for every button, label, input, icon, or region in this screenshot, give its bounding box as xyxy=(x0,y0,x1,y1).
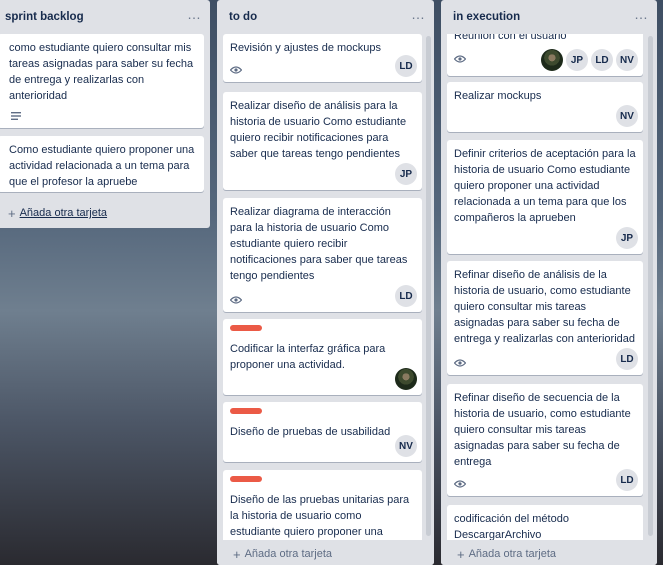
card[interactable]: Codificar la interfaz gráfica para propo… xyxy=(223,319,422,395)
add-card-button[interactable]: + Añada otra tarjeta xyxy=(0,200,210,226)
card-title: Definir criterios de aceptación para la … xyxy=(454,148,636,224)
member-avatar[interactable]: JP xyxy=(616,227,638,249)
member-avatar[interactable]: LD xyxy=(616,348,638,370)
red-label[interactable] xyxy=(230,408,262,414)
member-avatar[interactable]: NV xyxy=(395,435,417,457)
list-title[interactable]: to do xyxy=(229,11,257,23)
card[interactable]: codificación del método DescargarArchivo xyxy=(447,505,643,540)
card-title: Codificar la interfaz gráfica para propo… xyxy=(230,343,386,371)
card[interactable]: Como estudiante quiero proponer una acti… xyxy=(0,136,204,192)
board: sprint backlog … como estudiante quiero … xyxy=(0,0,663,565)
eye-icon xyxy=(230,66,242,74)
card-title: Realizar mockups xyxy=(454,90,542,102)
card-members: JP xyxy=(395,163,417,185)
member-avatar[interactable]: LD xyxy=(616,469,638,491)
plus-icon: + xyxy=(457,546,465,562)
add-card-button[interactable]: + Añada otra tarjeta xyxy=(217,543,434,565)
list-in-execution: in execution … Reunión con el usuario JP… xyxy=(441,0,657,565)
list-to-do: to do … Revisión y ajustes de mockups LD… xyxy=(217,0,434,565)
scrollbar[interactable] xyxy=(648,36,653,536)
card-title: Realizar diseño de análisis para la hist… xyxy=(230,100,407,160)
scrollbar[interactable] xyxy=(426,36,431,536)
card-title: Como estudiante quiero proponer una acti… xyxy=(9,144,195,188)
plus-icon: + xyxy=(8,205,16,221)
member-avatar-photo[interactable] xyxy=(395,368,417,390)
list-header: to do … xyxy=(217,0,434,34)
card-badges xyxy=(11,112,21,120)
list-sprint-backlog: sprint backlog … como estudiante quiero … xyxy=(0,0,210,228)
member-avatar[interactable]: LD xyxy=(395,55,417,77)
add-card-label: Añada otra tarjeta xyxy=(19,207,108,219)
eye-icon xyxy=(454,359,466,367)
card[interactable]: Reunión con el usuario JP LD NV xyxy=(447,34,643,76)
plus-icon: + xyxy=(233,546,241,562)
add-card-label: Añada otra tarjeta xyxy=(468,548,557,560)
card[interactable]: Revisión y ajustes de mockups LD xyxy=(223,34,422,82)
card-title: codificación del método DescargarArchivo xyxy=(454,513,569,540)
red-label[interactable] xyxy=(230,476,262,482)
member-avatar-photo[interactable] xyxy=(541,49,563,71)
card-members: JP xyxy=(616,227,638,249)
eye-icon xyxy=(230,296,242,304)
member-avatar[interactable]: NV xyxy=(616,105,638,127)
card-title: Diseño de pruebas de usabilidad xyxy=(230,426,391,438)
list-header: sprint backlog … xyxy=(0,0,210,34)
card-list: Reunión con el usuario JP LD NV Realizar… xyxy=(441,34,657,540)
card[interactable]: Refinar diseño de análisis de la histori… xyxy=(447,261,643,375)
card[interactable]: como estudiante quiero consultar mis tar… xyxy=(0,34,204,128)
card-badges xyxy=(454,359,466,367)
card-members: JP LD NV xyxy=(541,49,638,71)
more-options-icon[interactable]: … xyxy=(411,7,426,25)
more-options-icon[interactable]: … xyxy=(187,7,202,25)
card-title: Realizar diagrama de interacción para la… xyxy=(230,206,408,282)
list-title[interactable]: sprint backlog xyxy=(5,11,84,23)
eye-icon xyxy=(454,480,466,488)
member-avatar[interactable]: LD xyxy=(591,49,613,71)
card-members: NV xyxy=(616,105,638,127)
card-members: LD xyxy=(395,285,417,307)
add-card-label: Añada otra tarjeta xyxy=(244,548,333,560)
red-label[interactable] xyxy=(230,325,262,331)
card-list: Revisión y ajustes de mockups LD Realiza… xyxy=(217,34,434,540)
card-title: como estudiante quiero consultar mis tar… xyxy=(9,42,194,102)
card[interactable]: Realizar diseño de análisis para la hist… xyxy=(223,92,422,190)
card[interactable]: Diseño de pruebas de usabilidad NV xyxy=(223,402,422,462)
member-avatar[interactable]: NV xyxy=(616,49,638,71)
card[interactable]: Diseño de las pruebas unitarias para la … xyxy=(223,470,422,540)
card-title: Reunión con el usuario xyxy=(454,34,567,42)
card-badges xyxy=(230,296,242,304)
card[interactable]: Definir criterios de aceptación para la … xyxy=(447,140,643,254)
card-title: Revisión y ajustes de mockups xyxy=(230,42,382,54)
card-badges xyxy=(454,55,466,63)
description-icon xyxy=(11,112,21,120)
card-members: NV xyxy=(395,435,417,457)
member-avatar[interactable]: JP xyxy=(395,163,417,185)
card-list: como estudiante quiero consultar mis tar… xyxy=(0,34,210,204)
member-avatar[interactable]: JP xyxy=(566,49,588,71)
card-members: LD xyxy=(616,348,638,370)
list-title[interactable]: in execution xyxy=(453,11,520,23)
member-avatar[interactable]: LD xyxy=(395,285,417,307)
card-badges xyxy=(230,66,242,74)
card-title: Refinar diseño de secuencia de la histor… xyxy=(454,392,631,468)
card[interactable]: Realizar diagrama de interacción para la… xyxy=(223,198,422,312)
card-title: Diseño de las pruebas unitarias para la … xyxy=(230,494,410,538)
list-header: in execution … xyxy=(441,0,657,34)
eye-icon xyxy=(454,55,466,63)
card[interactable]: Refinar diseño de secuencia de la histor… xyxy=(447,384,643,496)
more-options-icon[interactable]: … xyxy=(634,7,649,25)
card-members: LD xyxy=(395,55,417,77)
card[interactable]: Realizar mockups NV xyxy=(447,82,643,132)
card-members xyxy=(395,368,417,390)
add-card-button[interactable]: + Añada otra tarjeta xyxy=(441,543,657,565)
card-badges xyxy=(454,480,466,488)
card-members: LD xyxy=(616,469,638,491)
card-title: Refinar diseño de análisis de la histori… xyxy=(454,269,635,345)
